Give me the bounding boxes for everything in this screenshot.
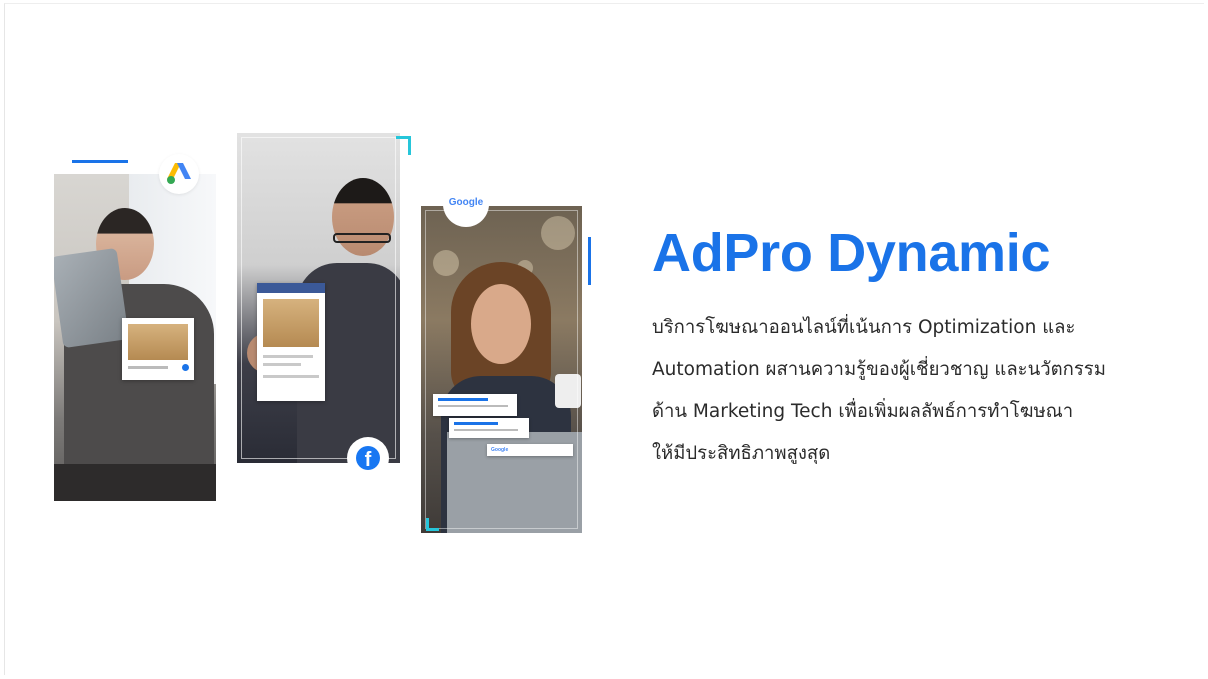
tablet-device [54,247,130,349]
product-image [128,324,188,360]
description-line: Automation ผสานความรู้ของผู้เชี่ยวชาญ แล… [652,359,1106,380]
facebook-photo [237,133,400,463]
ad-cta-dot [182,364,189,371]
ad-text-line [128,366,168,369]
google-icon: Google [448,197,484,208]
google-photo: Google [421,206,582,533]
ad-preview-card [122,318,194,380]
corner-accent [396,136,411,155]
description-line: ให้มีประสิทธิภาพสูงสุด [652,443,831,464]
description-line: ด้าน Marketing Tech เพื่อเพิ่มผลลัพธ์การ… [652,401,1074,422]
service-description: บริการโฆษณาออนไลน์ที่เน้นการ Optimizatio… [652,307,1192,475]
google-ads-icon [167,163,191,184]
google-ads-badge [159,154,199,194]
corner-accent [426,518,439,531]
facebook-badge: f [347,437,389,479]
photo-frame-border [425,210,578,529]
google-badge: Google [443,181,489,227]
page-title: AdPro Dynamic [652,223,1051,283]
photo-foreground [54,464,216,501]
accent-line-vertical [588,237,591,285]
photo-frame-border [241,137,396,459]
facebook-icon: f [356,446,380,470]
description-line: บริการโฆษณาออนไลน์ที่เน้นการ Optimizatio… [652,317,1076,338]
accent-line [72,160,128,163]
google-ads-photo [54,174,216,501]
